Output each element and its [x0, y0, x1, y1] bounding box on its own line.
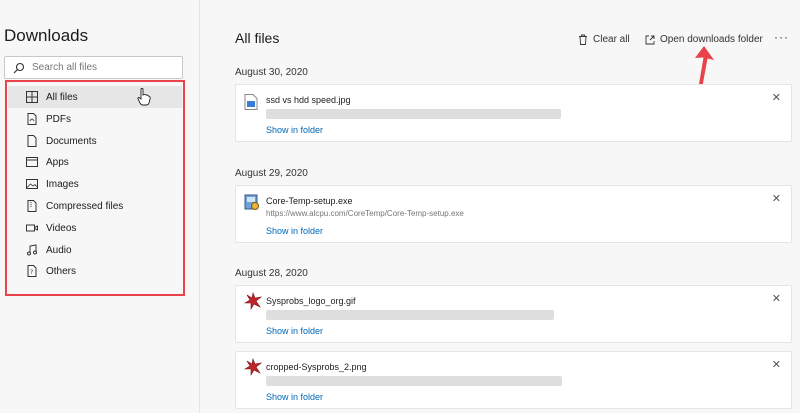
- grid-icon: [26, 91, 38, 103]
- other-file-icon: ?: [27, 265, 37, 278]
- file-name[interactable]: cropped-Sysprobs_2.png: [266, 362, 367, 372]
- sidebar-item-label: Documents: [46, 135, 97, 147]
- search-input[interactable]: [32, 59, 177, 76]
- pdf-icon: [27, 112, 37, 125]
- date-header: August 28, 2020: [235, 268, 308, 279]
- svg-text:?: ?: [30, 269, 33, 276]
- image-icon: [26, 179, 38, 190]
- blurred-url: [266, 376, 562, 386]
- sidebar-item-label: PDFs: [46, 113, 71, 125]
- document-icon: [27, 134, 37, 147]
- hand-cursor-icon: [137, 88, 151, 106]
- main-panel: All files Clear all Open downloads folde…: [201, 0, 800, 413]
- sidebar-item-label: Compressed files: [46, 200, 124, 212]
- sidebar-item-label: Apps: [46, 157, 69, 169]
- search-box[interactable]: [4, 56, 183, 79]
- remove-item-button[interactable]: ✕: [772, 192, 781, 205]
- file-name[interactable]: Core-Temp-setup.exe: [266, 196, 353, 206]
- sidebar-item-label: All files: [46, 92, 78, 103]
- clear-all-button[interactable]: Clear all: [578, 34, 630, 45]
- sidebar-item-pdfs[interactable]: PDFs: [8, 108, 182, 130]
- show-in-folder-link[interactable]: Show in folder: [266, 226, 323, 236]
- app-icon: [26, 157, 38, 168]
- sidebar-item-label: Audio: [46, 244, 72, 256]
- sidebar-title: Downloads: [4, 26, 89, 45]
- blurred-url: [266, 310, 554, 320]
- download-item: Core-Temp-setup.exe https://www.alcpu.co…: [235, 185, 792, 243]
- date-header: August 30, 2020: [235, 67, 308, 78]
- exe-file-icon: [244, 194, 259, 210]
- video-icon: [26, 224, 38, 232]
- sidebar-item-images[interactable]: Images: [8, 173, 182, 195]
- blurred-url: [266, 109, 561, 119]
- download-item: cropped-Sysprobs_2.png Show in folder ✕: [235, 351, 792, 409]
- sidebar-item-documents[interactable]: Documents: [8, 130, 182, 152]
- category-nav: All files PDFs Documents Apps Images Com…: [8, 86, 182, 282]
- show-in-folder-link[interactable]: Show in folder: [266, 125, 323, 135]
- sidebar-item-label: Others: [46, 266, 77, 278]
- download-item: Sysprobs_logo_org.gif Show in folder ✕: [235, 285, 792, 343]
- gif-file-icon: [244, 292, 262, 310]
- remove-item-button[interactable]: ✕: [772, 292, 781, 305]
- show-in-folder-link[interactable]: Show in folder: [266, 392, 323, 402]
- sidebar-item-apps[interactable]: Apps: [8, 151, 182, 173]
- sidebar-item-others[interactable]: ? Others: [8, 260, 182, 282]
- sidebar-item-all-files[interactable]: All files: [8, 86, 182, 108]
- image-file-icon: [244, 94, 258, 110]
- png-file-icon: [244, 358, 262, 376]
- sidebar-item-label: Videos: [46, 222, 77, 234]
- download-item: ssd vs hdd speed.jpg Show in folder ✕: [235, 84, 792, 142]
- page-title: All files: [235, 30, 280, 46]
- remove-item-button[interactable]: ✕: [772, 91, 781, 104]
- search-icon: [13, 62, 25, 74]
- music-icon: [27, 243, 37, 256]
- more-options-button[interactable]: ···: [774, 30, 789, 44]
- file-name[interactable]: Sysprobs_logo_org.gif: [266, 296, 356, 306]
- file-url: https://www.alcpu.com/CoreTemp/Core-Temp…: [266, 209, 464, 218]
- clear-all-label: Clear all: [593, 34, 630, 45]
- archive-icon: [27, 199, 37, 212]
- remove-item-button[interactable]: ✕: [772, 358, 781, 371]
- trash-icon: [579, 34, 587, 45]
- sidebar-item-audio[interactable]: Audio: [8, 239, 182, 261]
- date-header: August 29, 2020: [235, 168, 308, 179]
- show-in-folder-link[interactable]: Show in folder: [266, 326, 323, 336]
- sidebar-item-label: Images: [46, 179, 79, 191]
- file-name[interactable]: ssd vs hdd speed.jpg: [266, 95, 351, 105]
- external-link-icon: [645, 35, 655, 44]
- sidebar-item-videos[interactable]: Videos: [8, 217, 182, 239]
- sidebar-item-compressed-files[interactable]: Compressed files: [8, 195, 182, 217]
- sidebar: Downloads All files PDFs: [0, 0, 200, 413]
